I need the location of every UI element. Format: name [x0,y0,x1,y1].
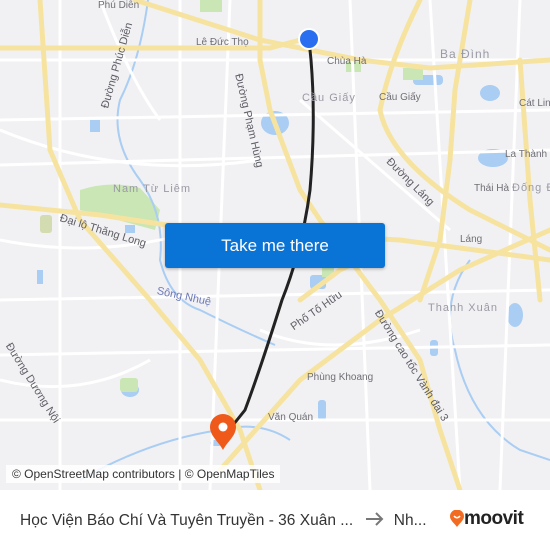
arrow-right-icon [365,510,385,531]
map-label-nam-tu-liem: Nam Từ Liêm [113,183,192,195]
map-label-lang: Láng [460,234,483,245]
origin-dot-icon [298,28,320,50]
moovit-pin-icon [450,510,464,527]
map-label-phu-dien: Phú Diễn [98,0,140,11]
map-label-la-thanh: La Thành [505,149,548,160]
map-label-phung-khoang: Phùng Khoang [307,372,374,383]
destination-name: Nh... [393,511,427,529]
map[interactable]: Phú Diễn Lê Đức Thọ Đường Phúc Diễn Đườn… [0,0,550,490]
map-label-thanh-xuan: Thanh Xuân [428,302,498,314]
map-label-cat-linh: Cát Linh [519,98,550,109]
map-attribution[interactable]: © OpenStreetMap contributors | © OpenMap… [6,465,281,483]
route-footer: Học Viện Báo Chí Và Tuyên Truyền - 36 Xu… [0,490,550,550]
map-label-le-duc-tho: Lê Đức Thọ [196,37,249,48]
moovit-logo[interactable]: moovit [450,508,524,530]
moovit-wordmark: moovit [464,508,524,529]
map-label-dong-da: Đống Đa [512,182,550,194]
map-label-ba-dinh: Ba Đình [440,47,491,61]
route-summary: Học Viện Báo Chí Và Tuyên Truyền - 36 Xu… [20,510,427,531]
origin-name: Học Viện Báo Chí Và Tuyên Truyền - 36 Xu… [20,511,354,529]
map-label-cau-giay-area: Cầu Giấy [302,92,356,104]
map-label-thai-ha: Thái Hà [474,183,510,194]
map-label-van-quan: Văn Quán [268,412,314,423]
map-label-cau-giay: Cầu Giấy [379,92,421,103]
take-me-there-button[interactable]: Take me there [165,223,385,268]
map-label-chua-ha: Chùa Hà [327,56,367,67]
